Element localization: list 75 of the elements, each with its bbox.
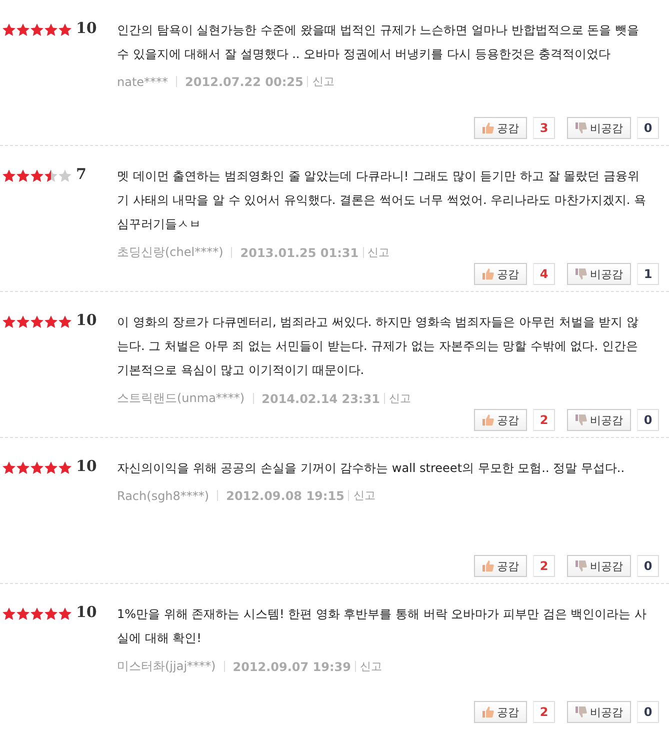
rating-score: 10 bbox=[76, 18, 97, 38]
review-date: 2012.07.22 00:25 bbox=[185, 74, 304, 88]
agree-count: 2 bbox=[533, 409, 555, 431]
star-icon bbox=[44, 315, 58, 329]
review-date: 2012.09.07 19:39 bbox=[232, 660, 352, 674]
star-icon bbox=[16, 607, 30, 621]
star-icon bbox=[30, 607, 44, 621]
star-icon bbox=[2, 169, 16, 183]
author-name: nate**** bbox=[117, 74, 168, 88]
star-icon bbox=[16, 461, 30, 475]
star-icon bbox=[44, 23, 58, 37]
author-name: 초딩신랑(chel****) bbox=[117, 244, 224, 261]
star-icon bbox=[30, 461, 44, 475]
disagree-count: 0 bbox=[637, 117, 659, 139]
review-date: 2013.01.25 01:31 bbox=[240, 246, 359, 260]
disagree-button[interactable]: 비공감 bbox=[567, 117, 631, 139]
author-name: 스트릭랜드(unma****) bbox=[117, 390, 245, 407]
disagree-button[interactable]: 비공감 bbox=[567, 701, 631, 723]
star-icon bbox=[30, 23, 44, 37]
star-icon bbox=[30, 169, 44, 183]
disagree-count: 0 bbox=[637, 555, 659, 577]
star-icon bbox=[2, 461, 16, 475]
star-icon bbox=[44, 169, 58, 183]
thumbs-up-icon bbox=[482, 560, 494, 572]
rating-score: 10 bbox=[76, 310, 97, 330]
agree-button[interactable]: 공감 bbox=[474, 701, 527, 723]
review-date: 2014.02.14 23:31 bbox=[262, 392, 380, 406]
disagree-count: 0 bbox=[637, 701, 659, 723]
star-icon bbox=[58, 607, 72, 621]
review-text: 이 영화의 장르가 다큐멘터리, 범죄라고 써있다. 하지만 영화속 범죄자들은 아무런 처벌을 받지 않는다. 그 처벌은 아무 죄 없는 서민들이 받는다. 규제가 없는 자본주의는 망할 수밖에 없다. 인간은 기본적으로 욕심이 많고 이기적이기 때문이다. bbox=[117, 314, 640, 379]
star-icon bbox=[58, 169, 72, 183]
disagree-count: 0 bbox=[637, 409, 659, 431]
agree-count: 3 bbox=[533, 117, 555, 139]
author-name: 미스터촤(jjaj****) bbox=[117, 658, 216, 675]
review-text: 자신의이익을 위해 공공의 손실을 기꺼이 감수하는 wall streeet의 무모한 모험.. 정말 무섭다.. bbox=[117, 460, 626, 477]
rating-score: 10 bbox=[76, 602, 97, 622]
thumbs-up-icon bbox=[482, 414, 494, 426]
rating-score: 10 bbox=[76, 456, 97, 476]
review-text: 인간의 탐욕이 실현가능한 수준에 왔을때 법적인 규제가 느슨하면 얼마나 반합법적으로 돈을 뺏을수 있을지에 대해서 잘 설명했다 .. 오바마 정권에서 버냉키를 다시 등용한것은 충격적이었다 bbox=[117, 22, 640, 63]
star-icon bbox=[30, 315, 44, 329]
thumbs-down-icon bbox=[575, 268, 587, 280]
agree-button[interactable]: 공감 bbox=[474, 117, 527, 139]
review-text: 1%만을 위해 존재하는 시스템! 한편 영화 후반부를 통해 버락 오바마가 피부만 검은 백인이라는 사실에 대해 확인! bbox=[117, 606, 647, 647]
star-icon bbox=[44, 607, 58, 621]
disagree-count: 1 bbox=[637, 263, 659, 285]
star-icon bbox=[2, 23, 16, 37]
disagree-button[interactable]: 비공감 bbox=[567, 409, 631, 431]
thumbs-up-icon bbox=[482, 268, 494, 280]
thumbs-down-icon bbox=[575, 414, 587, 426]
review-text: 멧 데이먼 출연하는 범죄영화인 줄 알았는데 다큐라니! 그래도 많이 듣기만 하고 잘 몰랐던 금융위기 사태의 내막을 알 수 있어서 유익했다. 결론은 썩어도 너무 썩었어. 우리나라도 마찬가지겠지. 욕심꾸러기들ㅅㅂ bbox=[117, 168, 647, 233]
agree-button[interactable]: 공감 bbox=[474, 263, 527, 285]
star-icon bbox=[2, 315, 16, 329]
star-icon bbox=[58, 461, 72, 475]
star-icon bbox=[44, 461, 58, 475]
agree-count: 2 bbox=[533, 555, 555, 577]
star-icon bbox=[58, 315, 72, 329]
star-icon bbox=[58, 23, 72, 37]
review-date: 2012.09.08 19:15 bbox=[226, 488, 344, 502]
thumbs-down-icon bbox=[575, 560, 587, 572]
star-icon bbox=[16, 169, 30, 183]
thumbs-down-icon bbox=[575, 122, 587, 134]
disagree-button[interactable]: 비공감 bbox=[567, 263, 631, 285]
agree-button[interactable]: 공감 bbox=[474, 555, 527, 577]
agree-count: 4 bbox=[533, 263, 555, 285]
agree-button[interactable]: 공감 bbox=[474, 409, 527, 431]
author-name: Rach(sgh8****) bbox=[117, 488, 210, 502]
star-icon bbox=[16, 315, 30, 329]
thumbs-up-icon bbox=[482, 122, 494, 134]
rating-score: 7 bbox=[76, 164, 86, 184]
agree-count: 2 bbox=[533, 701, 555, 723]
thumbs-up-icon bbox=[482, 706, 494, 718]
star-icon bbox=[2, 607, 16, 621]
star-icon bbox=[16, 23, 30, 37]
thumbs-down-icon bbox=[575, 706, 587, 718]
disagree-button[interactable]: 비공감 bbox=[567, 555, 631, 577]
